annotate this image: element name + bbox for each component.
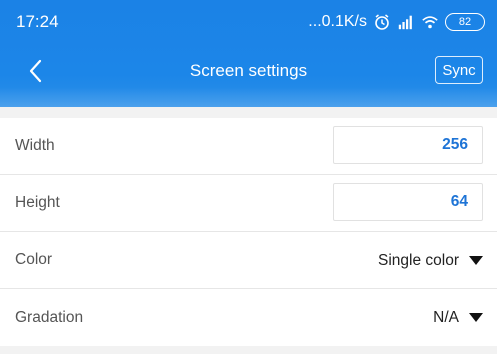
- color-select[interactable]: Single color: [378, 232, 483, 289]
- navigation-bar: Screen settings Sync: [0, 52, 497, 92]
- status-icons: ...0.1K/s 82: [308, 12, 485, 32]
- setting-row-gradation: Gradation N/A: [0, 289, 497, 346]
- caret-down-icon: [469, 313, 483, 322]
- settings-list: Width 256 Height 64 Color Single color G…: [0, 118, 497, 346]
- width-label: Width: [15, 137, 55, 154]
- battery-icon: 82: [445, 13, 485, 31]
- gradation-select-value: N/A: [433, 308, 459, 326]
- sync-button[interactable]: Sync: [435, 56, 483, 84]
- status-bar: 17:24 ...0.1K/s 82: [0, 0, 497, 44]
- gradation-select[interactable]: N/A: [433, 289, 483, 346]
- setting-row-width: Width 256: [0, 118, 497, 175]
- caret-down-icon: [469, 256, 483, 265]
- app-header: 17:24 ...0.1K/s 82 Screen settings Sync: [0, 0, 497, 107]
- wifi-icon: [421, 13, 439, 31]
- network-speed: ...0.1K/s: [308, 13, 367, 30]
- width-input[interactable]: 256: [333, 126, 483, 164]
- setting-row-height: Height 64: [0, 175, 497, 232]
- gradation-label: Gradation: [15, 308, 84, 326]
- alarm-icon: [373, 13, 391, 31]
- setting-row-color: Color Single color: [0, 232, 497, 289]
- page-title: Screen settings: [189, 61, 308, 80]
- color-label: Color: [15, 251, 53, 268]
- height-label: Height: [15, 194, 60, 211]
- color-select-value: Single color: [378, 251, 459, 269]
- height-input[interactable]: 64: [333, 183, 483, 221]
- status-time: 17:24: [16, 12, 59, 31]
- signal-icon: [397, 13, 415, 31]
